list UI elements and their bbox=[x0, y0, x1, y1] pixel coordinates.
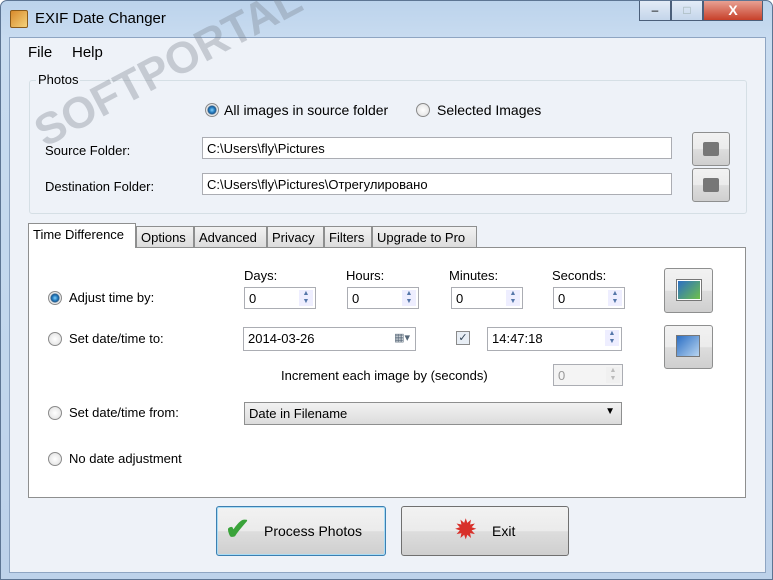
destination-folder-input[interactable]: C:\Users\fly\Pictures\Отрегулировано bbox=[202, 173, 672, 195]
set-date-time-from-label: Set date/time from: bbox=[69, 405, 179, 420]
window-title: EXIF Date Changer bbox=[35, 10, 166, 27]
date-source-value: Date in Filename bbox=[249, 406, 348, 421]
seconds-value: 0 bbox=[558, 291, 566, 306]
radio-adjust-time[interactable] bbox=[48, 291, 62, 305]
image-magnifier-icon bbox=[677, 336, 699, 356]
spin-arrows-icon[interactable]: ▲ ▼ bbox=[299, 290, 313, 306]
checkmark-icon: ✔ bbox=[225, 513, 251, 546]
seconds-label: Seconds: bbox=[552, 268, 607, 283]
app-window: EXIF Date Changer – □ X File Help Photos… bbox=[0, 0, 773, 580]
exit-burst-icon: ✹ bbox=[454, 514, 478, 545]
menu-file[interactable]: File bbox=[28, 44, 52, 61]
spin-arrows-icon[interactable]: ▲ ▼ bbox=[605, 330, 619, 346]
tab-privacy[interactable]: Privacy bbox=[267, 226, 324, 248]
seconds-spinner[interactable]: 0 ▲ ▼ bbox=[553, 287, 625, 309]
minutes-spinner[interactable]: 0 ▲ ▼ bbox=[451, 287, 523, 309]
days-label: Days: bbox=[244, 268, 278, 283]
tab-upgrade-to-pro[interactable]: Upgrade to Pro bbox=[372, 226, 477, 248]
exit-label: Exit bbox=[492, 523, 516, 539]
tab-filters[interactable]: Filters bbox=[324, 226, 372, 248]
no-date-adjustment-label: No date adjustment bbox=[69, 451, 182, 466]
radio-all-images[interactable] bbox=[205, 103, 219, 117]
hours-value: 0 bbox=[352, 291, 360, 306]
hours-spinner[interactable]: 0 ▲ ▼ bbox=[347, 287, 419, 309]
time-difference-panel: Days: Hours: Minutes: Seconds: Adjust ti… bbox=[28, 247, 746, 498]
tab-advanced[interactable]: Advanced bbox=[194, 226, 267, 248]
radio-all-images-label: All images in source folder bbox=[224, 102, 389, 118]
time-enabled-checkbox[interactable]: ✓ bbox=[456, 331, 470, 345]
process-photos-button[interactable]: ✔ Process Photos bbox=[216, 506, 386, 556]
time-value: 14:47:18 bbox=[492, 331, 543, 346]
spin-arrows-icon[interactable]: ▲ ▼ bbox=[608, 290, 622, 306]
client-area: File Help Photos All images in source fo… bbox=[9, 37, 766, 573]
calendar-dropdown-icon[interactable]: ▦▾ bbox=[394, 331, 410, 344]
minutes-label: Minutes: bbox=[449, 268, 499, 283]
preview-search-button[interactable] bbox=[664, 325, 713, 369]
tab-options[interactable]: Options bbox=[136, 226, 194, 248]
app-icon bbox=[10, 10, 28, 28]
spin-arrows-icon[interactable]: ▲ ▼ bbox=[606, 367, 620, 383]
increment-value: 0 bbox=[558, 368, 566, 383]
date-source-dropdown[interactable]: Date in Filename ▼ bbox=[244, 402, 622, 425]
maximize-button[interactable]: □ bbox=[671, 1, 703, 21]
source-folder-label: Source Folder: bbox=[45, 143, 131, 158]
spin-arrows-icon[interactable]: ▲ ▼ bbox=[506, 290, 520, 306]
apply-adjust-button[interactable] bbox=[664, 268, 713, 313]
radio-set-date-time[interactable] bbox=[48, 332, 62, 346]
radio-no-date-adjustment[interactable] bbox=[48, 452, 62, 466]
destination-folder-label: Destination Folder: bbox=[45, 179, 155, 194]
chevron-down-icon: ▼ bbox=[605, 406, 615, 417]
source-folder-input[interactable]: C:\Users\fly\Pictures bbox=[202, 137, 672, 159]
tab-time-difference[interactable]: Time Difference bbox=[28, 223, 136, 248]
increment-spinner[interactable]: 0 ▲ ▼ bbox=[553, 364, 623, 386]
radio-selected-images[interactable] bbox=[416, 103, 430, 117]
browse-source-button[interactable] bbox=[692, 132, 730, 166]
date-picker[interactable]: 2014-03-26 ▦▾ bbox=[243, 327, 416, 351]
set-date-time-label: Set date/time to: bbox=[69, 331, 164, 346]
folder-printer-icon bbox=[703, 142, 719, 156]
photos-icon bbox=[677, 280, 701, 300]
date-value: 2014-03-26 bbox=[248, 331, 315, 346]
minutes-value: 0 bbox=[456, 291, 464, 306]
radio-selected-images-label: Selected Images bbox=[437, 102, 542, 118]
time-input[interactable]: 14:47:18 ▲ ▼ bbox=[487, 327, 622, 351]
photos-group-label: Photos bbox=[36, 72, 81, 87]
increment-label: Increment each image by (seconds) bbox=[281, 368, 488, 383]
hours-label: Hours: bbox=[346, 268, 385, 283]
minimize-button[interactable]: – bbox=[639, 1, 671, 21]
spin-arrows-icon[interactable]: ▲ ▼ bbox=[402, 290, 416, 306]
menu-help[interactable]: Help bbox=[72, 44, 103, 61]
browse-destination-button[interactable] bbox=[692, 168, 730, 202]
process-photos-label: Process Photos bbox=[264, 523, 363, 539]
exit-button[interactable]: ✹ Exit bbox=[401, 506, 569, 556]
radio-set-date-time-from[interactable] bbox=[48, 406, 62, 420]
close-button[interactable]: X bbox=[703, 1, 763, 21]
folder-printer-icon bbox=[703, 178, 719, 192]
days-spinner[interactable]: 0 ▲ ▼ bbox=[244, 287, 316, 309]
adjust-time-label: Adjust time by: bbox=[69, 290, 155, 305]
days-value: 0 bbox=[249, 291, 257, 306]
